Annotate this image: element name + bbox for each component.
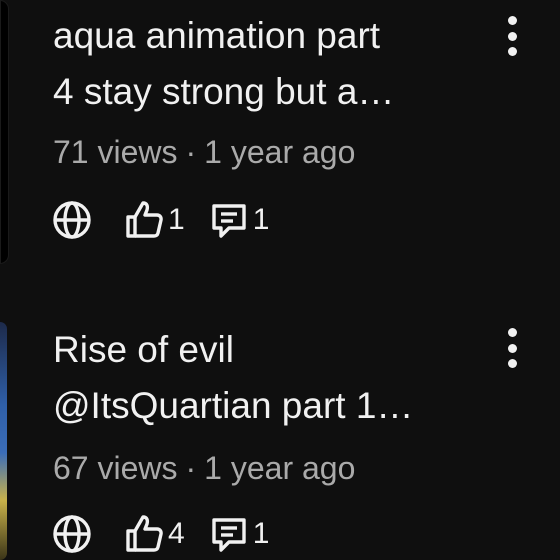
meta-separator: · [185,134,197,170]
video-actions: 4 1 [50,510,269,558]
thumbnail[interactable] [0,0,9,264]
like-count: 1 [168,203,185,236]
video-item[interactable]: aqua animation part 4 stay strong but a…… [0,0,560,280]
like-button[interactable]: 4 [122,512,185,556]
video-meta: 67 views · 1 year ago [53,450,355,487]
more-vert-icon[interactable] [498,324,526,372]
comment-count: 1 [252,203,270,236]
video-title[interactable]: aqua animation part 4 stay strong but a… [53,8,473,120]
meta-separator: · [185,450,197,486]
comment-button[interactable]: 1 [207,198,270,242]
video-item[interactable]: Rise of evil @ItsQuartian part 1… 67 vie… [0,300,560,560]
thumbnail[interactable] [0,322,7,560]
comment-count: 1 [252,517,270,550]
globe-icon [50,198,94,242]
upload-age: 1 year ago [204,450,356,486]
video-meta: 71 views · 1 year ago [53,134,355,171]
like-button[interactable]: 1 [122,198,185,242]
comment-button[interactable]: 1 [207,512,270,556]
thumbs-up-icon [122,512,166,556]
globe-icon [50,512,94,556]
upload-age: 1 year ago [204,134,356,170]
like-count: 4 [168,517,185,550]
view-count: 71 views [53,134,178,170]
more-vert-icon[interactable] [498,12,526,60]
thumbs-up-icon [122,198,166,242]
video-title[interactable]: Rise of evil @ItsQuartian part 1… [53,322,473,434]
comment-icon [207,512,251,556]
video-actions: 1 1 [50,196,269,244]
view-count: 67 views [53,450,178,486]
comment-icon [207,198,251,242]
